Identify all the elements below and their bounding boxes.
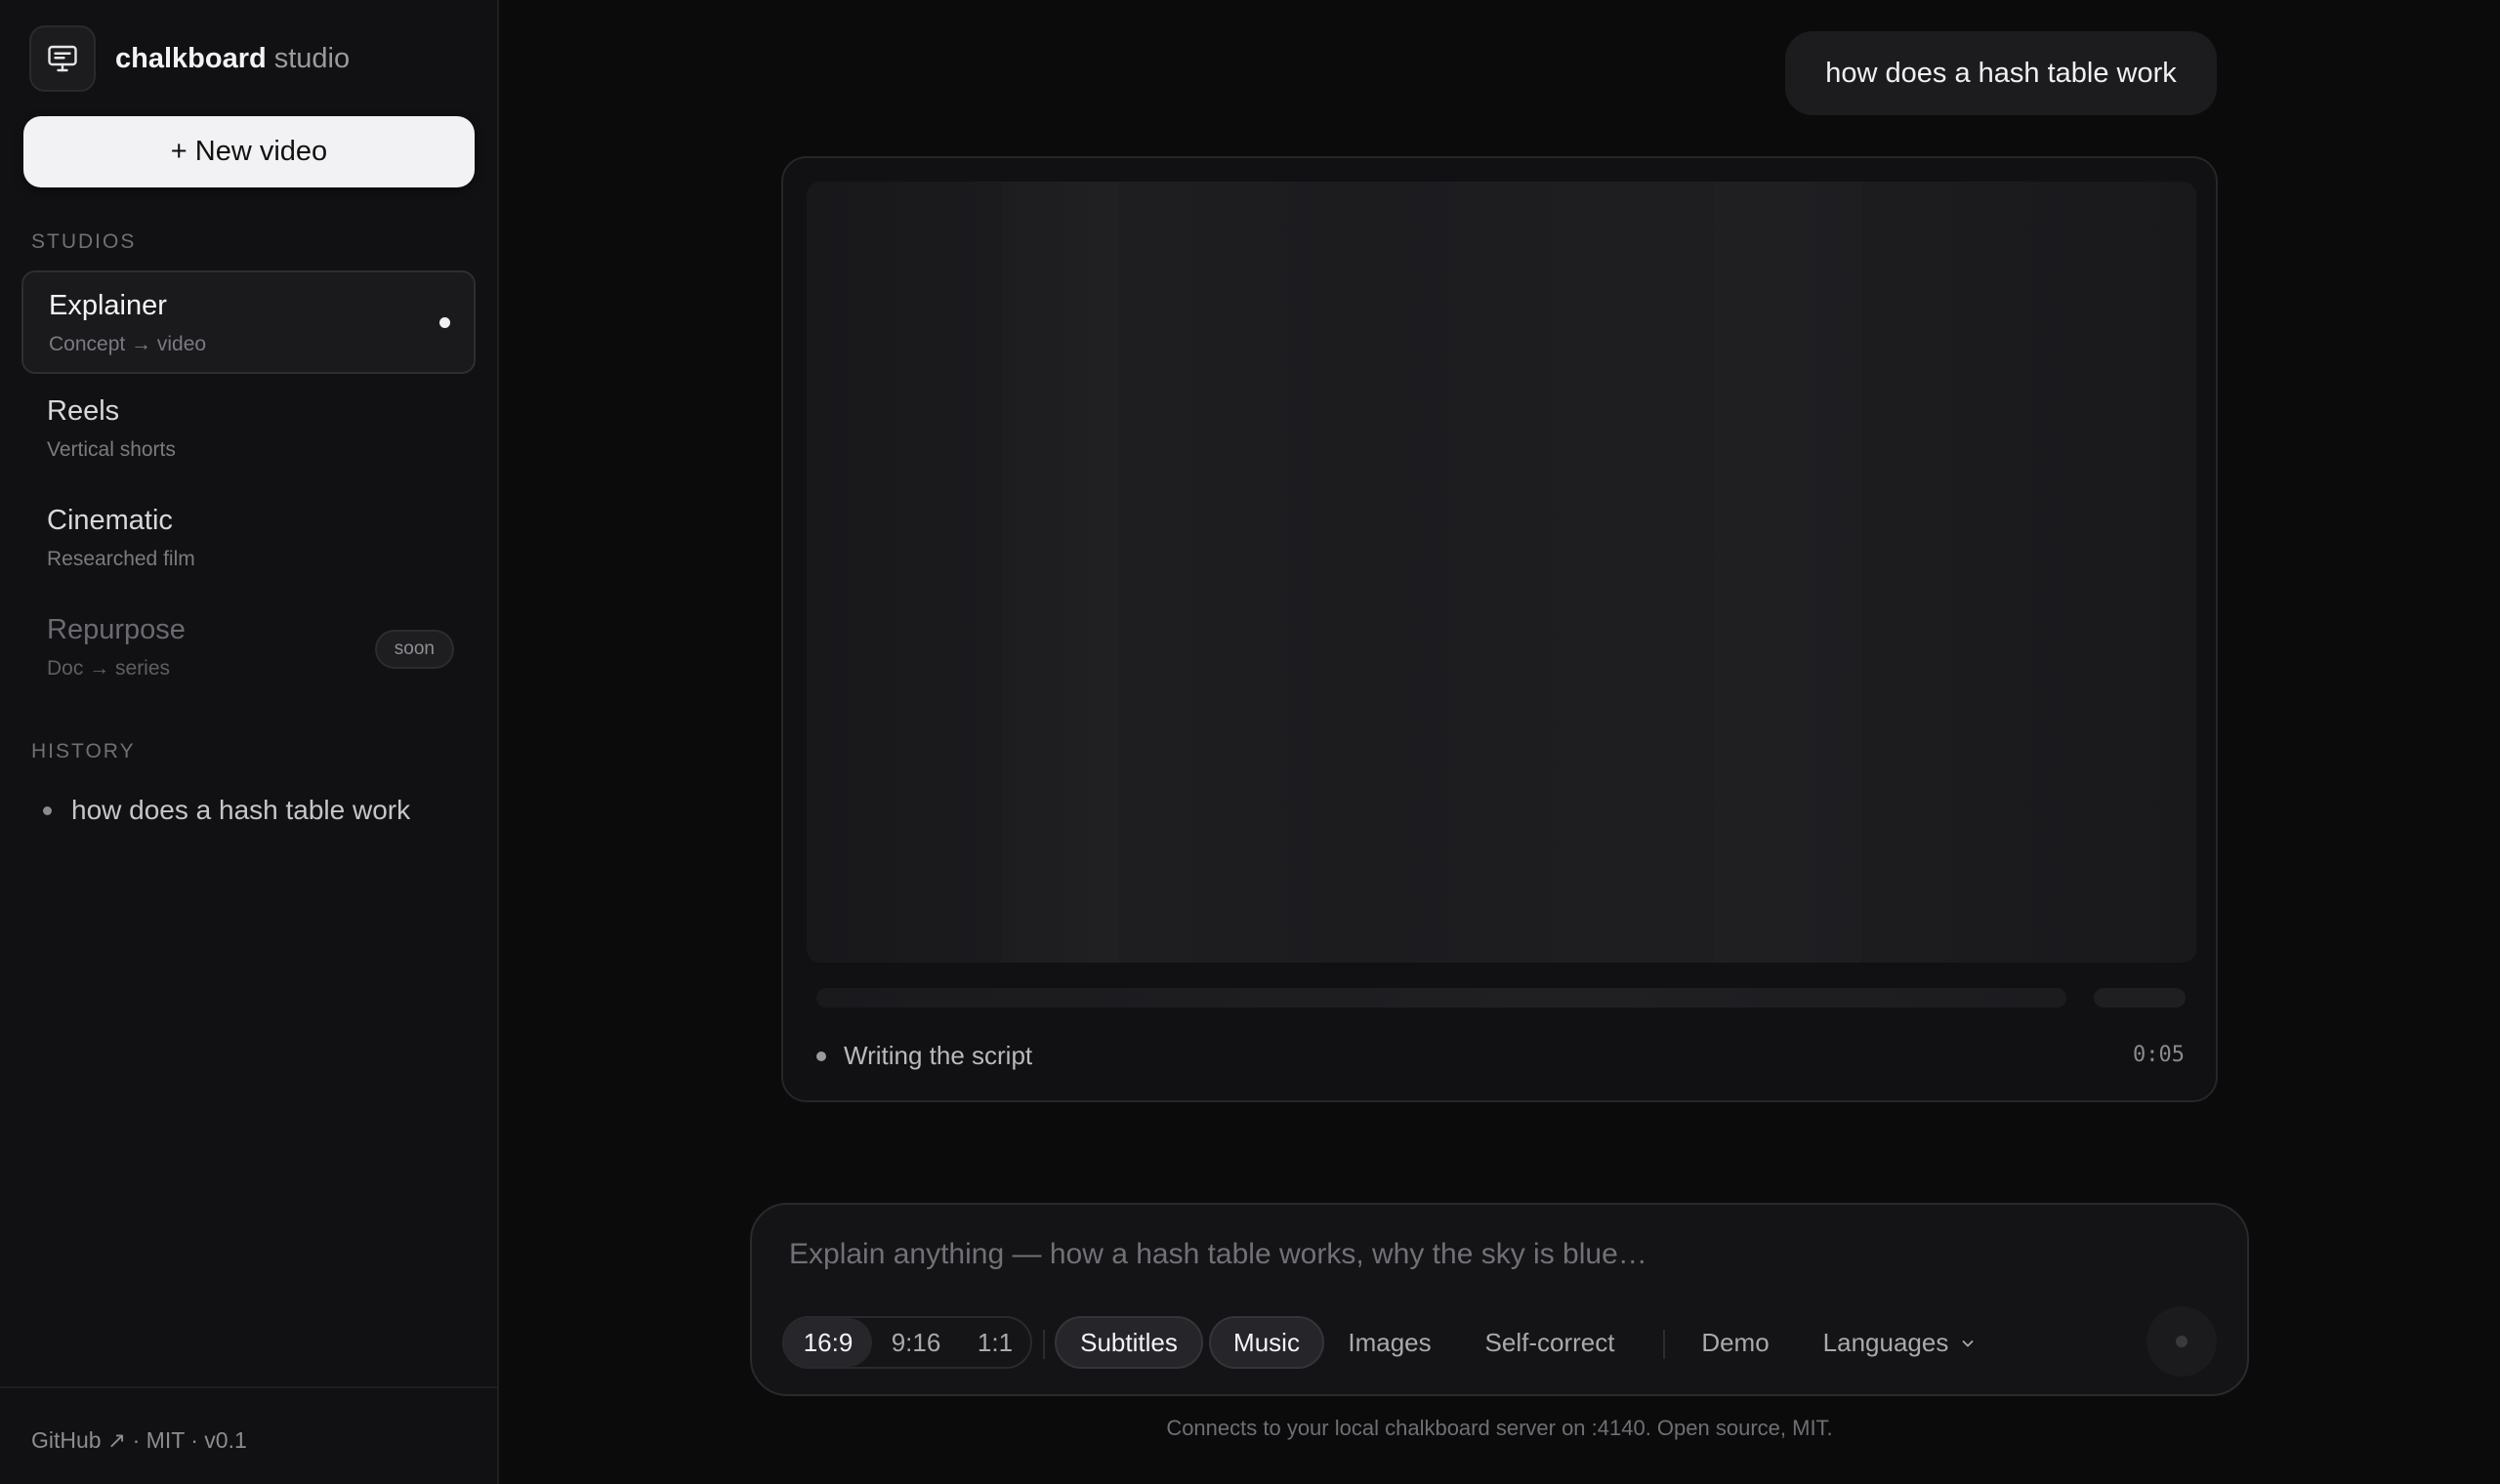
user-message-bubble: how does a hash table work — [1785, 31, 2217, 115]
history-item[interactable]: how does a hash table work — [43, 795, 410, 826]
studio-item-reels[interactable]: Reels Vertical shorts — [21, 378, 476, 481]
divider — [1043, 1330, 1045, 1359]
languages-label: Languages — [1822, 1327, 1949, 1357]
studio-title: Reels — [47, 395, 120, 427]
active-indicator-dot — [439, 317, 450, 328]
progress-bar — [816, 988, 2066, 1008]
studio-item-cinematic[interactable]: Cinematic Researched film — [21, 487, 476, 591]
studio-desc: Doc → series — [47, 657, 171, 680]
loading-shimmer — [1715, 182, 1861, 963]
studio-title: Repurpose — [47, 614, 186, 645]
music-toggle[interactable]: Music — [1209, 1316, 1324, 1369]
studio-desc: Concept → video — [49, 333, 207, 355]
aspect-option-16-9[interactable]: 16:9 — [784, 1318, 872, 1367]
studio-title: Cinematic — [47, 505, 173, 536]
chevron-down-icon — [1960, 1328, 1976, 1358]
monitor-icon — [29, 25, 96, 92]
studio-item-explainer[interactable]: Explainer Concept → video — [21, 270, 476, 374]
bullet-icon — [43, 805, 52, 815]
soon-badge: soon — [374, 630, 454, 669]
brand-suffix: studio — [273, 42, 351, 74]
status-dot-icon — [816, 1051, 826, 1061]
divider — [1663, 1330, 1665, 1359]
sidebar: chalkboard studio + New video STUDIOS Ex… — [0, 0, 499, 1484]
brand[interactable]: chalkboard studio — [29, 25, 350, 92]
prompt-composer: 16:9 9:16 1:1 Subtitles Music Images Sel… — [750, 1203, 2249, 1396]
generation-status: Writing the script — [816, 1041, 1032, 1071]
studio-desc: Vertical shorts — [47, 438, 176, 461]
loading-shimmer — [1002, 182, 1119, 963]
footer-links[interactable]: GitHub ↗ · MIT · v0.1 — [31, 1427, 247, 1454]
video-preview-placeholder — [807, 182, 2196, 963]
aspect-option-1-1[interactable]: 1:1 — [960, 1318, 1030, 1367]
demo-button[interactable]: Demo — [1684, 1316, 1787, 1369]
aspect-option-9-16[interactable]: 9:16 — [872, 1318, 960, 1367]
studios-section-label: STUDIOS — [31, 230, 137, 253]
status-text: Writing the script — [844, 1041, 1033, 1070]
brand-name: chalkboard — [115, 42, 267, 74]
video-generation-card: Writing the script 0:05 — [781, 156, 2218, 1102]
elapsed-timer: 0:05 — [2133, 1043, 2185, 1067]
history-item-label: how does a hash table work — [71, 795, 411, 825]
sidebar-footer: GitHub ↗ · MIT · v0.1 — [0, 1386, 497, 1484]
send-button[interactable] — [2146, 1306, 2217, 1377]
studio-desc: Researched film — [47, 548, 195, 570]
studio-item-repurpose: Repurpose Doc → series soon — [21, 597, 476, 700]
progress-bar-end — [2094, 988, 2186, 1008]
server-disclaimer: Connects to your local chalkboard server… — [1166, 1416, 1833, 1440]
aspect-ratio-selector: 16:9 9:16 1:1 — [782, 1316, 1032, 1369]
languages-dropdown[interactable]: Languages — [1807, 1316, 1992, 1369]
history-section-label: HISTORY — [31, 740, 136, 763]
images-toggle[interactable]: Images — [1330, 1316, 1449, 1369]
self-correct-toggle[interactable]: Self-correct — [1459, 1316, 1641, 1369]
new-video-button[interactable]: + New video — [23, 116, 475, 187]
prompt-input[interactable] — [789, 1230, 2156, 1279]
subtitles-toggle[interactable]: Subtitles — [1055, 1316, 1203, 1369]
studio-title: Explainer — [49, 290, 167, 321]
send-icon — [2176, 1336, 2188, 1347]
